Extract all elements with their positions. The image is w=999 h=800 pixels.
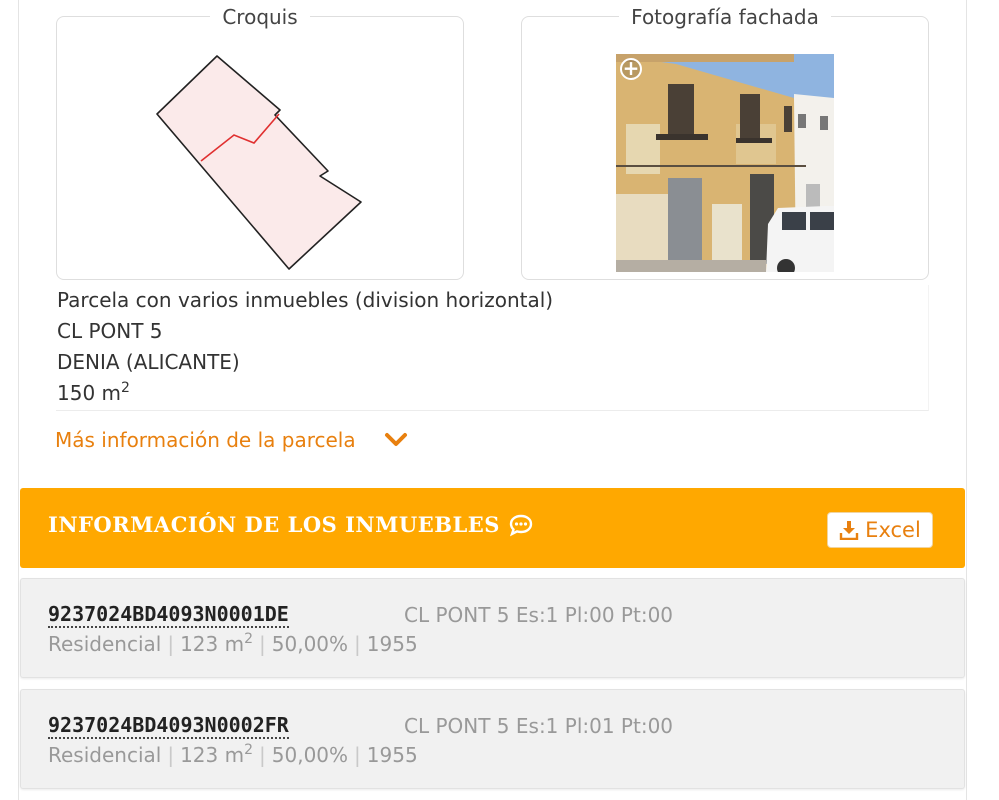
facade-photo-title: Fotografía fachada — [619, 5, 831, 29]
more-info-link[interactable]: Más información de la parcela — [55, 428, 408, 452]
property-year: 1955 — [366, 632, 418, 656]
property-row: 9237024BD4093N0001DE CL PONT 5 Es:1 Pl:0… — [20, 578, 965, 678]
property-use: Residencial — [48, 632, 162, 656]
property-share: 50,00% — [271, 743, 349, 767]
facade-photo[interactable]: + — [616, 54, 834, 272]
zoom-plus-icon[interactable]: + — [620, 58, 642, 80]
facade-photo-image — [616, 54, 834, 272]
properties-header-title-wrap: INFORMACIÓN DE LOS INMUEBLES — [48, 512, 534, 537]
parcel-description: Parcela con varios inmuebles (division h… — [57, 288, 554, 312]
parcel-area: 150 m2 — [56, 378, 928, 409]
croquis-title: Croquis — [210, 5, 310, 29]
parcel-city: DENIA (ALICANTE) — [57, 350, 240, 374]
croquis-panel: Croquis — [56, 5, 464, 280]
property-area: 123 m — [180, 743, 245, 767]
parcel-area-exponent: 2 — [121, 380, 130, 396]
parcel-info: Parcela con varios inmuebles (division h… — [56, 285, 929, 411]
property-row: 9237024BD4093N0002FR CL PONT 5 Es:1 Pl:0… — [20, 689, 965, 789]
parcel-street: CL PONT 5 — [57, 319, 163, 343]
property-details: Residencial | 123 m2 | 50,00% | 1955 — [48, 631, 418, 656]
property-area-exponent: 2 — [244, 742, 254, 758]
properties-header-title: INFORMACIÓN DE LOS INMUEBLES — [48, 512, 500, 537]
property-share: 50,00% — [271, 632, 349, 656]
comment-dots-icon[interactable] — [508, 513, 534, 537]
property-use: Residencial — [48, 743, 162, 767]
property-area: 123 m — [180, 632, 245, 656]
property-ref-link[interactable]: 9237024BD4093N0002FR — [48, 713, 289, 739]
property-details: Residencial | 123 m2 | 50,00% | 1955 — [48, 742, 418, 767]
more-info-label: Más información de la parcela — [55, 428, 356, 452]
property-year: 1955 — [366, 743, 418, 767]
property-address: CL PONT 5 Es:1 Pl:01 Pt:00 — [404, 714, 674, 738]
chevron-down-icon — [384, 433, 407, 446]
property-ref-link[interactable]: 9237024BD4093N0001DE — [48, 602, 289, 628]
parcel-outline — [156, 55, 362, 270]
download-icon — [839, 521, 859, 540]
excel-button-label: Excel — [865, 518, 921, 542]
parcel-sketch[interactable] — [155, 53, 367, 275]
facade-photo-panel: Fotografía fachada + — [521, 5, 929, 280]
property-area-exponent: 2 — [244, 631, 254, 647]
excel-download-button[interactable]: Excel — [827, 512, 933, 548]
properties-header: INFORMACIÓN DE LOS INMUEBLES Excel — [20, 488, 965, 568]
property-address: CL PONT 5 Es:1 Pl:00 Pt:00 — [404, 603, 674, 627]
parcel-area-value: 150 m — [57, 381, 122, 405]
